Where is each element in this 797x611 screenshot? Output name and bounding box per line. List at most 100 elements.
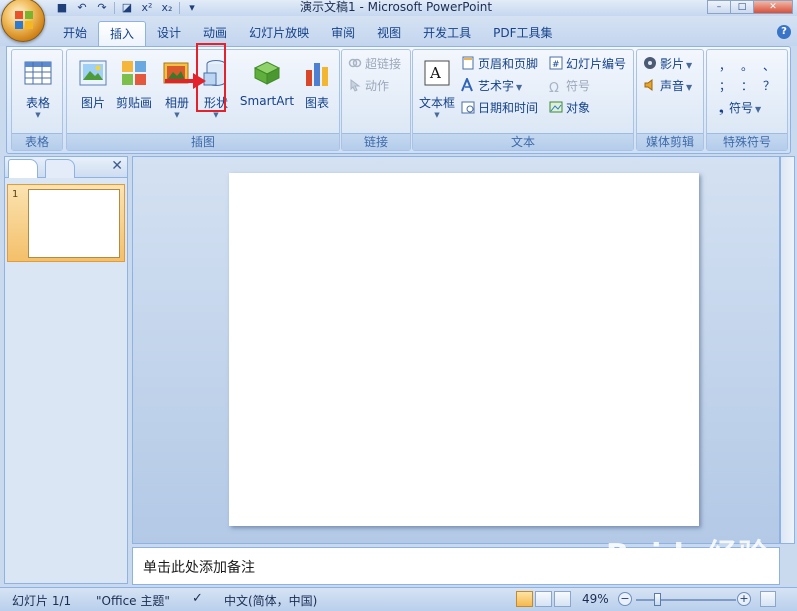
- clipart-label: 剪贴画: [115, 96, 152, 110]
- header-footer-label: 页眉和页脚: [478, 57, 539, 71]
- movie-button[interactable]: 影片 ▼: [643, 54, 692, 74]
- clipart-button[interactable]: 剪贴画: [111, 56, 157, 111]
- group-table: 表格 ▼ 表格: [11, 49, 63, 151]
- special-char-button[interactable]: ，: [719, 56, 731, 76]
- slide-canvas[interactable]: [229, 173, 699, 526]
- slide-thumbnail[interactable]: [28, 189, 120, 258]
- fit-to-window-icon[interactable]: [760, 591, 776, 607]
- tab-pdf-tools[interactable]: PDF工具集: [482, 21, 563, 46]
- notes-placeholder: 单击此处添加备注: [143, 560, 255, 576]
- omega-icon: Ω: [549, 81, 559, 96]
- tab-developer[interactable]: 开发工具: [412, 21, 482, 46]
- date-time-button[interactable]: 日期和时间: [461, 98, 538, 118]
- slide-editing-area: [132, 156, 780, 544]
- undo-icon[interactable]: ↶: [74, 1, 90, 15]
- office-button[interactable]: [1, 0, 45, 42]
- group-special-symbols: ， 。 、 ； ： ？ ❟ 符号 ▼ 特殊符号: [706, 49, 788, 151]
- header-footer-icon: [462, 56, 474, 70]
- dropdown-arrow-icon: ▼: [686, 61, 693, 70]
- customize-qat-icon[interactable]: ▾: [184, 1, 200, 15]
- group-label-links: 链接: [342, 133, 410, 150]
- special-char-button[interactable]: ：: [741, 76, 753, 96]
- help-icon[interactable]: ?: [777, 25, 791, 39]
- movie-label: 影片: [660, 57, 685, 71]
- slide-thumbnail-selected[interactable]: 1: [7, 184, 125, 262]
- hyperlink-icon: [348, 58, 362, 68]
- dropdown-arrow-icon: ▼: [174, 111, 180, 119]
- dropdown-arrow-icon: ▼: [35, 111, 41, 119]
- zoom-slider-thumb[interactable]: [654, 593, 661, 606]
- zoom-in-icon[interactable]: +: [737, 592, 751, 606]
- zoom-slider[interactable]: [636, 599, 736, 601]
- maximize-icon[interactable]: □: [730, 0, 754, 14]
- action-button[interactable]: 动作: [348, 76, 389, 96]
- save-icon[interactable]: ■: [54, 1, 70, 15]
- tab-design[interactable]: 设计: [146, 21, 192, 46]
- redo-icon[interactable]: ↷: [94, 1, 110, 15]
- svg-text:A: A: [429, 64, 441, 82]
- object-button[interactable]: 对象: [549, 98, 590, 118]
- vertical-scrollbar[interactable]: [780, 156, 795, 544]
- bullet-icon: ❟: [719, 101, 724, 115]
- textbox-label: 文本框: [418, 96, 455, 110]
- subscript-icon[interactable]: x₂: [159, 1, 175, 15]
- tab-outline[interactable]: [45, 159, 75, 178]
- tab-insert[interactable]: 插入: [98, 21, 147, 46]
- slide-number-label: 幻灯片编号: [566, 57, 627, 71]
- tab-review[interactable]: 审阅: [320, 21, 366, 46]
- close-icon[interactable]: ✕: [753, 0, 793, 14]
- table-icon: [24, 61, 52, 85]
- wordart-button[interactable]: 艺术字 ▼: [461, 76, 522, 96]
- qat-separator: [179, 2, 180, 14]
- window-title: 演示文稿1 - Microsoft PowerPoint: [300, 0, 493, 14]
- dropdown-arrow-icon: ▼: [516, 83, 523, 92]
- wordart-icon: [461, 78, 473, 92]
- slideshow-view-icon[interactable]: [554, 591, 571, 607]
- spellcheck-icon[interactable]: ✓: [192, 591, 203, 606]
- tab-slides[interactable]: [8, 159, 38, 178]
- symbol-button[interactable]: Ω 符号: [549, 76, 590, 96]
- watermark-url: jingyan.baidu.com: [620, 568, 704, 578]
- smartart-label: SmartArt: [239, 94, 295, 108]
- zoom-level[interactable]: 49%: [582, 592, 609, 606]
- print-preview-icon[interactable]: ◪: [119, 1, 135, 15]
- tab-view[interactable]: 视图: [366, 21, 412, 46]
- tab-home[interactable]: 开始: [52, 21, 98, 46]
- minimize-icon[interactable]: –: [707, 0, 731, 14]
- ribbon-tab-row: 开始 插入 设计 动画 幻灯片放映 审阅 视图 开发工具 PDF工具集 ?: [0, 16, 797, 46]
- slide-sorter-view-icon[interactable]: [535, 591, 552, 607]
- special-char-button[interactable]: ？: [763, 76, 775, 96]
- sound-button[interactable]: 声音 ▼: [643, 76, 692, 96]
- wordart-label: 艺术字: [478, 79, 515, 93]
- chart-label: 图表: [304, 96, 329, 110]
- view-buttons: [516, 591, 571, 607]
- special-char-button[interactable]: ；: [719, 76, 731, 96]
- theme-name: "Office 主题": [96, 594, 170, 608]
- tab-slideshow[interactable]: 幻灯片放映: [238, 21, 320, 46]
- header-footer-button[interactable]: 页眉和页脚: [461, 54, 538, 74]
- chart-button[interactable]: 图表: [295, 56, 339, 111]
- special-char-button[interactable]: 。: [741, 56, 753, 76]
- language-indicator[interactable]: 中文(简体，中国): [224, 592, 317, 609]
- picture-button[interactable]: 图片: [71, 56, 115, 111]
- table-label: 表格: [25, 96, 50, 110]
- clipart-icon: [122, 61, 146, 85]
- slide-count: 幻灯片 1/1: [12, 594, 72, 608]
- highlight-box: [196, 43, 226, 112]
- table-button[interactable]: 表格 ▼: [16, 56, 60, 119]
- special-symbol-button[interactable]: ❟ 符号 ▼: [719, 98, 761, 118]
- smartart-button[interactable]: SmartArt: [237, 56, 297, 108]
- group-text: A 文本框 ▼ 页眉和页脚 艺术字 ▼ 日期和时间 # 幻灯片编号 Ω 符号 对象 文…: [412, 49, 634, 151]
- hyperlink-button[interactable]: 超链接: [348, 54, 401, 74]
- special-char-button[interactable]: 、: [763, 56, 775, 76]
- superscript-icon[interactable]: x²: [139, 1, 155, 15]
- slide-number-button[interactable]: # 幻灯片编号: [549, 54, 626, 74]
- picture-label: 图片: [80, 96, 105, 110]
- zoom-out-icon[interactable]: −: [618, 592, 632, 606]
- quick-access-toolbar: ■ ↶ ↷ ◪ x² x₂ ▾: [54, 0, 200, 16]
- normal-view-icon[interactable]: [516, 591, 533, 607]
- close-icon[interactable]: ✕: [111, 158, 123, 174]
- group-media: 影片 ▼ 声音 ▼ 媒体剪辑: [636, 49, 704, 151]
- status-bar: 幻灯片 1/1 "Office 主题" ✓ 中文(简体，中国) 49% − +: [0, 587, 797, 611]
- textbox-button[interactable]: A 文本框 ▼: [415, 56, 459, 119]
